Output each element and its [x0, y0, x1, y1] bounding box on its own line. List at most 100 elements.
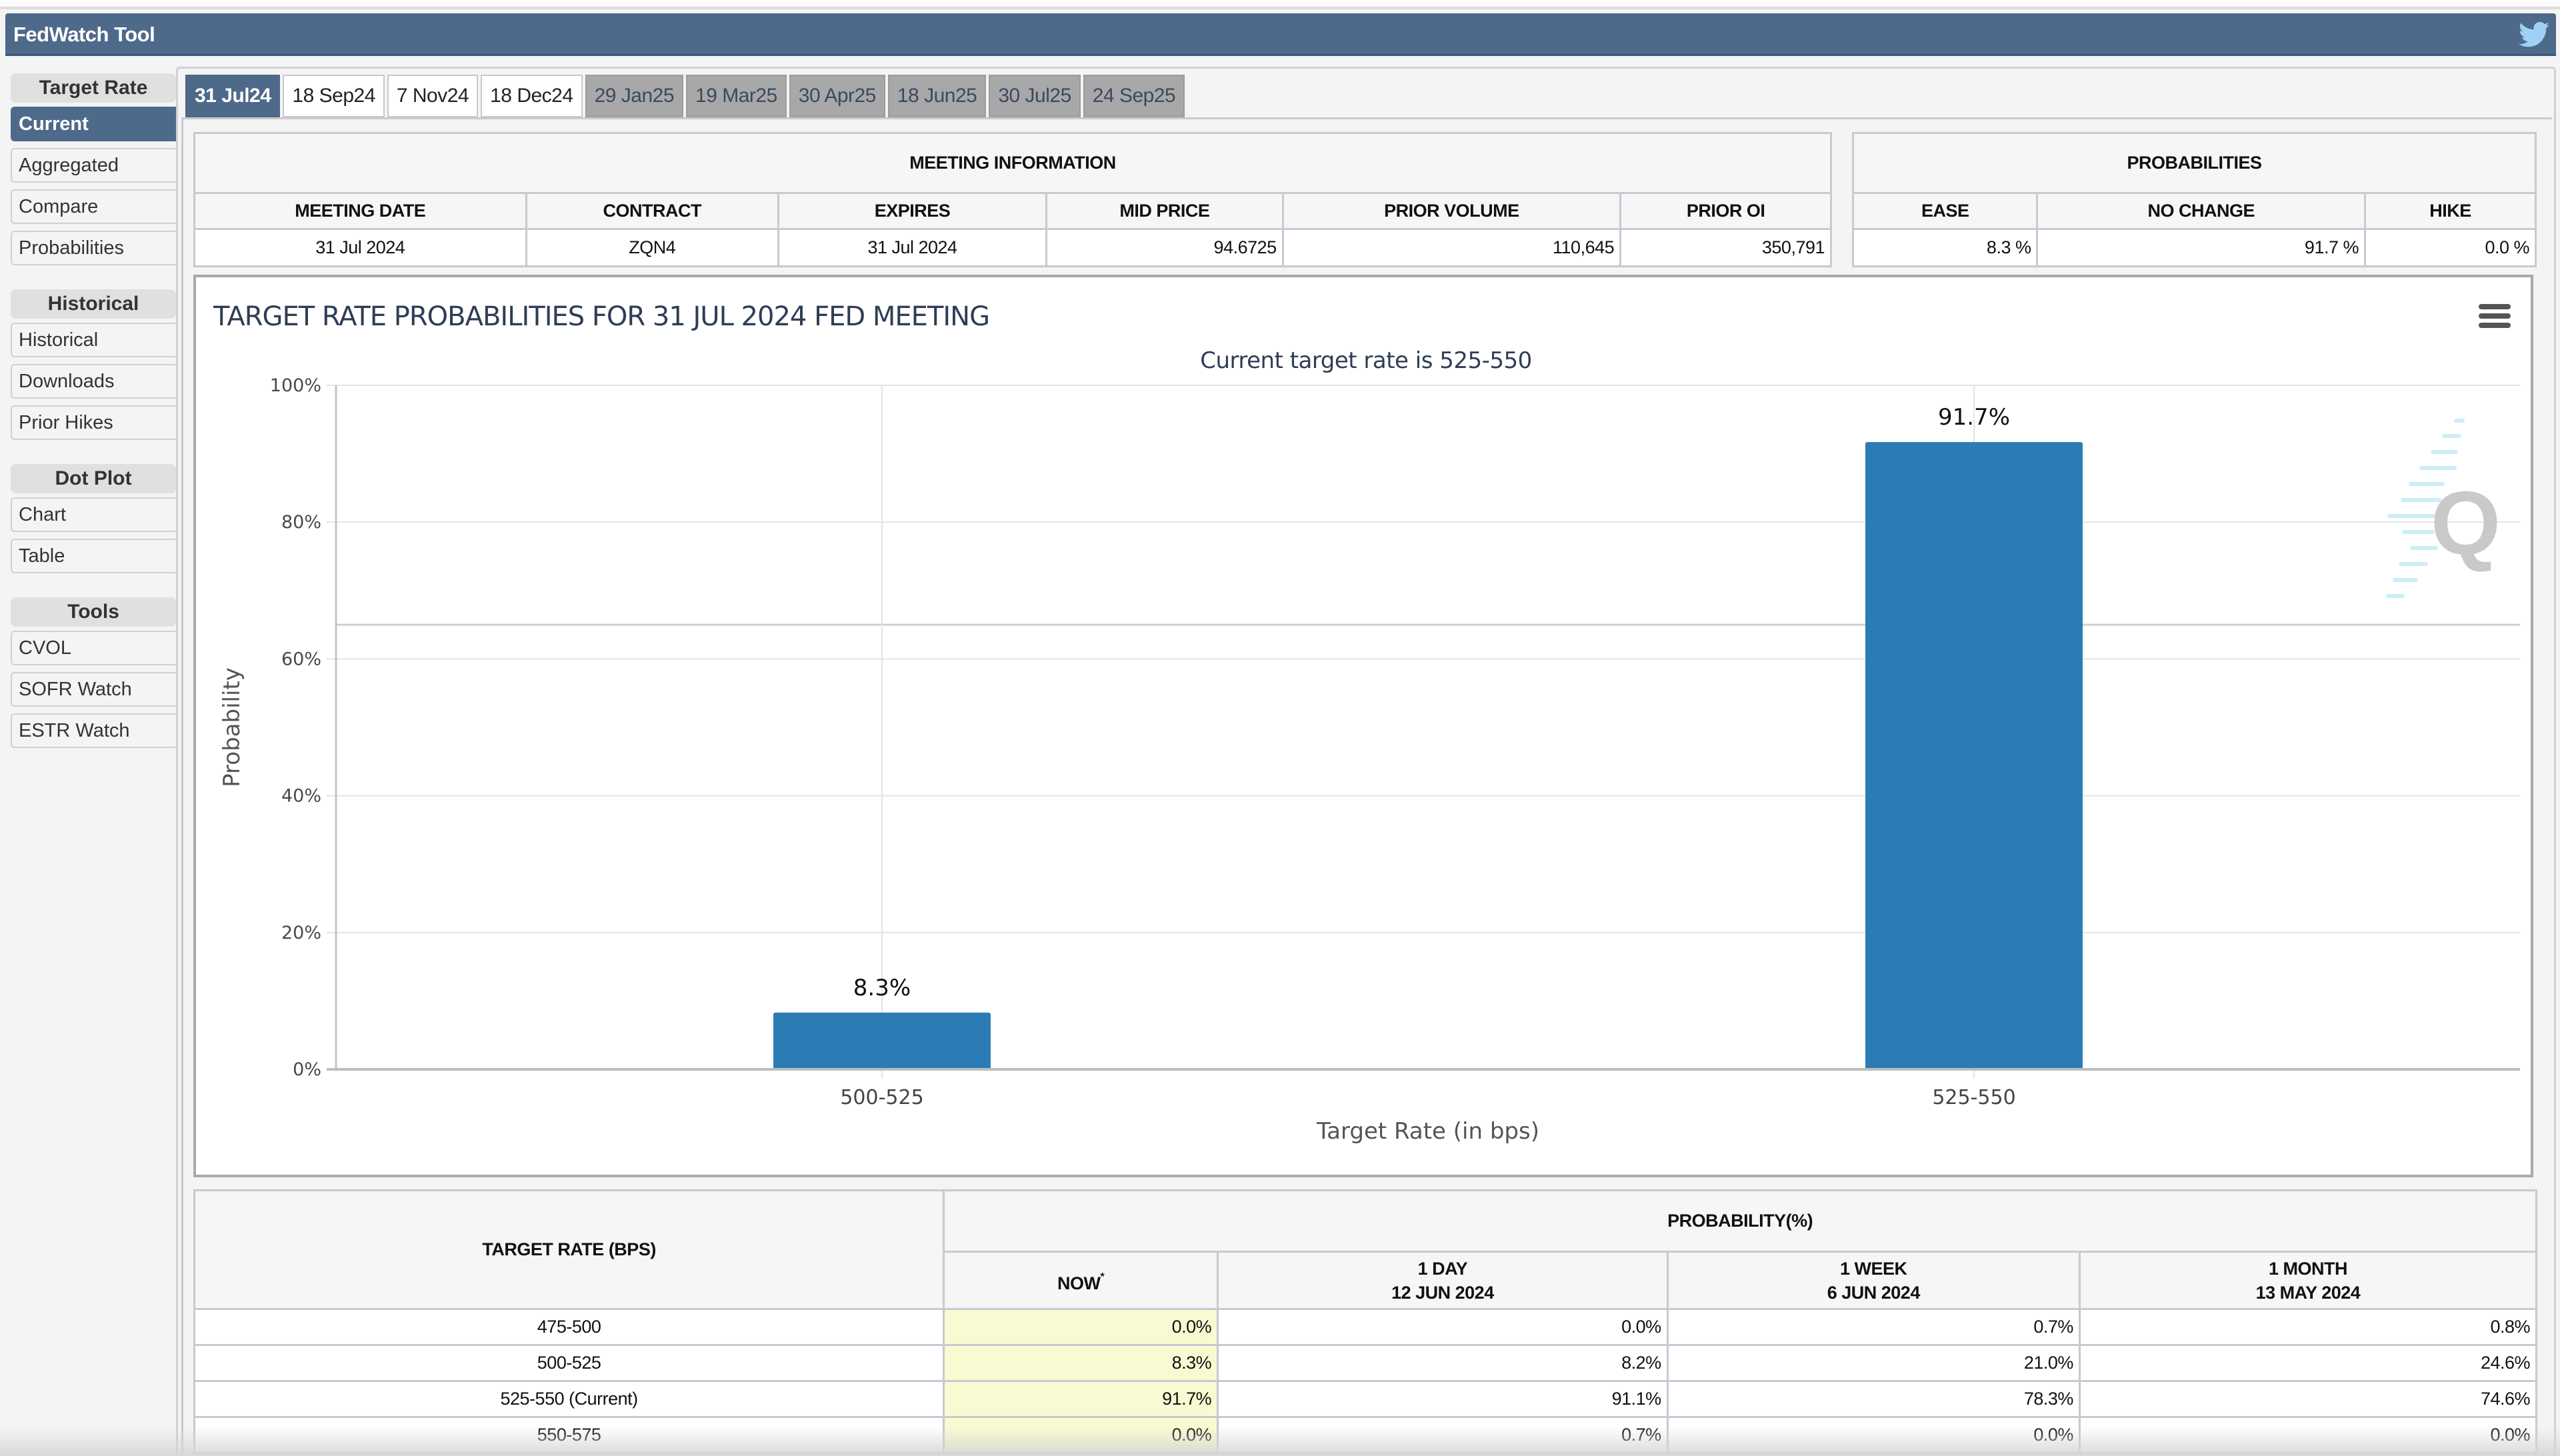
- sidebar-section-tools: Tools: [11, 597, 176, 627]
- probability-cell: 8.3%: [943, 1344, 1219, 1382]
- meeting-date-tabs: 31 Jul24 18 Sep24 7 Nov24 18 Dec24 29 Jan25 1…: [185, 75, 1185, 119]
- probability-cell: 74.6%: [2078, 1380, 2538, 1418]
- sidebar-item-aggregated[interactable]: Aggregated: [11, 148, 176, 183]
- probability-cell: 0.0%: [1666, 1416, 2081, 1454]
- tab-19-mar25[interactable]: 19 Mar25: [686, 75, 787, 117]
- hike-value: 0.0 %: [2363, 228, 2537, 267]
- target-rate-cell: 525-550 (Current): [193, 1380, 945, 1418]
- meeting-information-table: MEETING INFORMATION MEETING DATE CONTRAC…: [193, 132, 1832, 267]
- sidebar-section-target-rate: Target Rate: [11, 73, 176, 103]
- sidebar-item-historical[interactable]: Historical: [11, 323, 176, 357]
- sidebar-section-dot-plot: Dot Plot: [11, 464, 176, 493]
- col-header-1-month: 1 MONTH 13 MAY 2024: [2078, 1251, 2538, 1310]
- data-label: 91.7%: [1938, 404, 2010, 431]
- tab-29-jan25[interactable]: 29 Jan25: [585, 75, 684, 117]
- table-row: 475-500 0.0% 0.0% 0.7% 0.8%: [193, 1308, 2538, 1346]
- footnote-marker: *: [1100, 1271, 1105, 1283]
- bar-525-550: [1865, 442, 2083, 1069]
- y-tick-label: 0%: [293, 1059, 321, 1080]
- col-header-ease: EASE: [1851, 192, 2039, 230]
- sidebar-item-current[interactable]: Current: [11, 107, 176, 141]
- col-group-probability: PROBABILITY(%): [943, 1189, 2537, 1253]
- col-header-period: NOW: [1057, 1273, 1101, 1293]
- bar-500-525: [773, 1012, 991, 1069]
- sidebar-item-sofr-watch[interactable]: SOFR Watch: [11, 672, 176, 707]
- sidebar-item-chart[interactable]: Chart: [11, 497, 176, 532]
- chart-title: TARGET RATE PROBABILITIES FOR 31 JUL 202…: [213, 301, 989, 332]
- probability-cell: 0.7%: [1666, 1308, 2081, 1346]
- sidebar-item-cvol[interactable]: CVOL: [11, 631, 176, 665]
- y-tick-label: 100%: [270, 375, 321, 396]
- table-row: 525-550 (Current) 91.7% 91.1% 78.3% 74.6%: [193, 1380, 2538, 1418]
- table-row: 550-575 0.0% 0.7% 0.0% 0.0%: [193, 1416, 2538, 1454]
- col-header-date: 13 MAY 2024: [2255, 1282, 2361, 1303]
- x-axis-title: Target Rate (in bps): [1316, 1118, 1539, 1145]
- sidebar-item-prior-hikes[interactable]: Prior Hikes: [11, 405, 176, 440]
- contract-value: ZQN4: [525, 228, 779, 267]
- sidebar-item-compare[interactable]: Compare: [11, 189, 176, 224]
- col-header-period: 1 WEEK: [1840, 1258, 1907, 1279]
- probability-history-table: TARGET RATE (BPS) PROBABILITY(%) NOW* 1 D…: [193, 1189, 2538, 1454]
- probability-cell: 91.1%: [1217, 1380, 1669, 1418]
- probability-cell: 0.0%: [2078, 1416, 2538, 1454]
- tab-18-dec24[interactable]: 18 Dec24: [481, 75, 583, 117]
- tab-30-apr25[interactable]: 30 Apr25: [789, 75, 885, 117]
- sidebar-item-downloads[interactable]: Downloads: [11, 364, 176, 399]
- probability-cell: 91.7%: [943, 1380, 1219, 1418]
- tab-7-nov24[interactable]: 7 Nov24: [387, 75, 479, 117]
- expires-value: 31 Jul 2024: [777, 228, 1048, 267]
- twitter-bird-icon[interactable]: [2519, 21, 2549, 48]
- table-row: 500-525 8.3% 8.2% 21.0% 24.6%: [193, 1344, 2538, 1382]
- y-tick-label: 60%: [281, 649, 321, 669]
- probability-cell: 0.8%: [2078, 1308, 2538, 1346]
- sidebar-item-estr-watch[interactable]: ESTR Watch: [11, 713, 176, 748]
- prior-oi-value: 350,791: [1619, 228, 1832, 267]
- chart-subtitle: Current target rate is 525-550: [1200, 347, 1532, 374]
- sidebar-item-probabilities[interactable]: Probabilities: [11, 231, 176, 265]
- tab-30-jul25[interactable]: 30 Jul25: [989, 75, 1081, 117]
- tab-18-sep24[interactable]: 18 Sep24: [283, 75, 385, 117]
- sidebar-section-historical: Historical: [11, 289, 176, 319]
- col-header-date: 6 JUN 2024: [1827, 1282, 1921, 1303]
- col-header-now: NOW*: [943, 1251, 1219, 1310]
- ease-value: 8.3 %: [1851, 228, 2039, 267]
- probabilities-summary-table: PROBABILITIES EASE NO CHANGE HIKE 8.3 % …: [1851, 132, 2537, 267]
- col-header-hike: HIKE: [2363, 192, 2537, 230]
- hamburger-menu-icon[interactable]: [2479, 304, 2511, 331]
- probability-cell: 0.0%: [1217, 1308, 1669, 1346]
- prior-volume-value: 110,645: [1281, 228, 1622, 267]
- x-tick-label: 525-550: [1932, 1086, 2015, 1109]
- target-rate-cell: 550-575: [193, 1416, 945, 1454]
- target-rate-cell: 475-500: [193, 1308, 945, 1346]
- meeting-info-caption: MEETING INFORMATION: [193, 132, 1832, 194]
- data-label: 8.3%: [853, 975, 911, 1001]
- sidebar: Target Rate Current Aggregated Compare Proba…: [11, 73, 176, 755]
- sidebar-item-table[interactable]: Table: [11, 539, 176, 573]
- target-rate-cell: 500-525: [193, 1344, 945, 1382]
- col-header-no-change: NO CHANGE: [2036, 192, 2366, 230]
- y-tick-label: 40%: [281, 786, 321, 807]
- probability-cell: 21.0%: [1666, 1344, 2081, 1382]
- tab-24-sep25[interactable]: 24 Sep25: [1083, 75, 1185, 117]
- probability-cell: 78.3%: [1666, 1380, 2081, 1418]
- col-header-period: 1 MONTH: [2268, 1258, 2348, 1279]
- probability-cell: 0.0%: [943, 1308, 1219, 1346]
- no-change-value: 91.7 %: [2036, 228, 2366, 267]
- tab-31-jul24[interactable]: 31 Jul24: [185, 75, 281, 117]
- tab-18-jun25[interactable]: 18 Jun25: [887, 75, 987, 117]
- chart-canvas: TARGET RATE PROBABILITIES FOR 31 JUL 202…: [213, 301, 2520, 1145]
- col-header-1-week: 1 WEEK 6 JUN 2024: [1666, 1251, 2081, 1310]
- mid-price-value: 94.6725: [1045, 228, 1284, 267]
- probability-cell: 8.2%: [1217, 1344, 1669, 1382]
- probabilities-caption: PROBABILITIES: [1852, 132, 2537, 194]
- col-header-prior-oi: PRIOR OI: [1619, 192, 1832, 230]
- browser-top-strip: [0, 0, 2560, 9]
- col-header-contract: CONTRACT: [525, 192, 779, 230]
- col-header-expires: EXPIRES: [777, 192, 1048, 230]
- col-header-meeting-date: MEETING DATE: [193, 192, 527, 230]
- col-header-mid-price: MID PRICE: [1045, 192, 1284, 230]
- col-header-period: 1 DAY: [1417, 1258, 1468, 1279]
